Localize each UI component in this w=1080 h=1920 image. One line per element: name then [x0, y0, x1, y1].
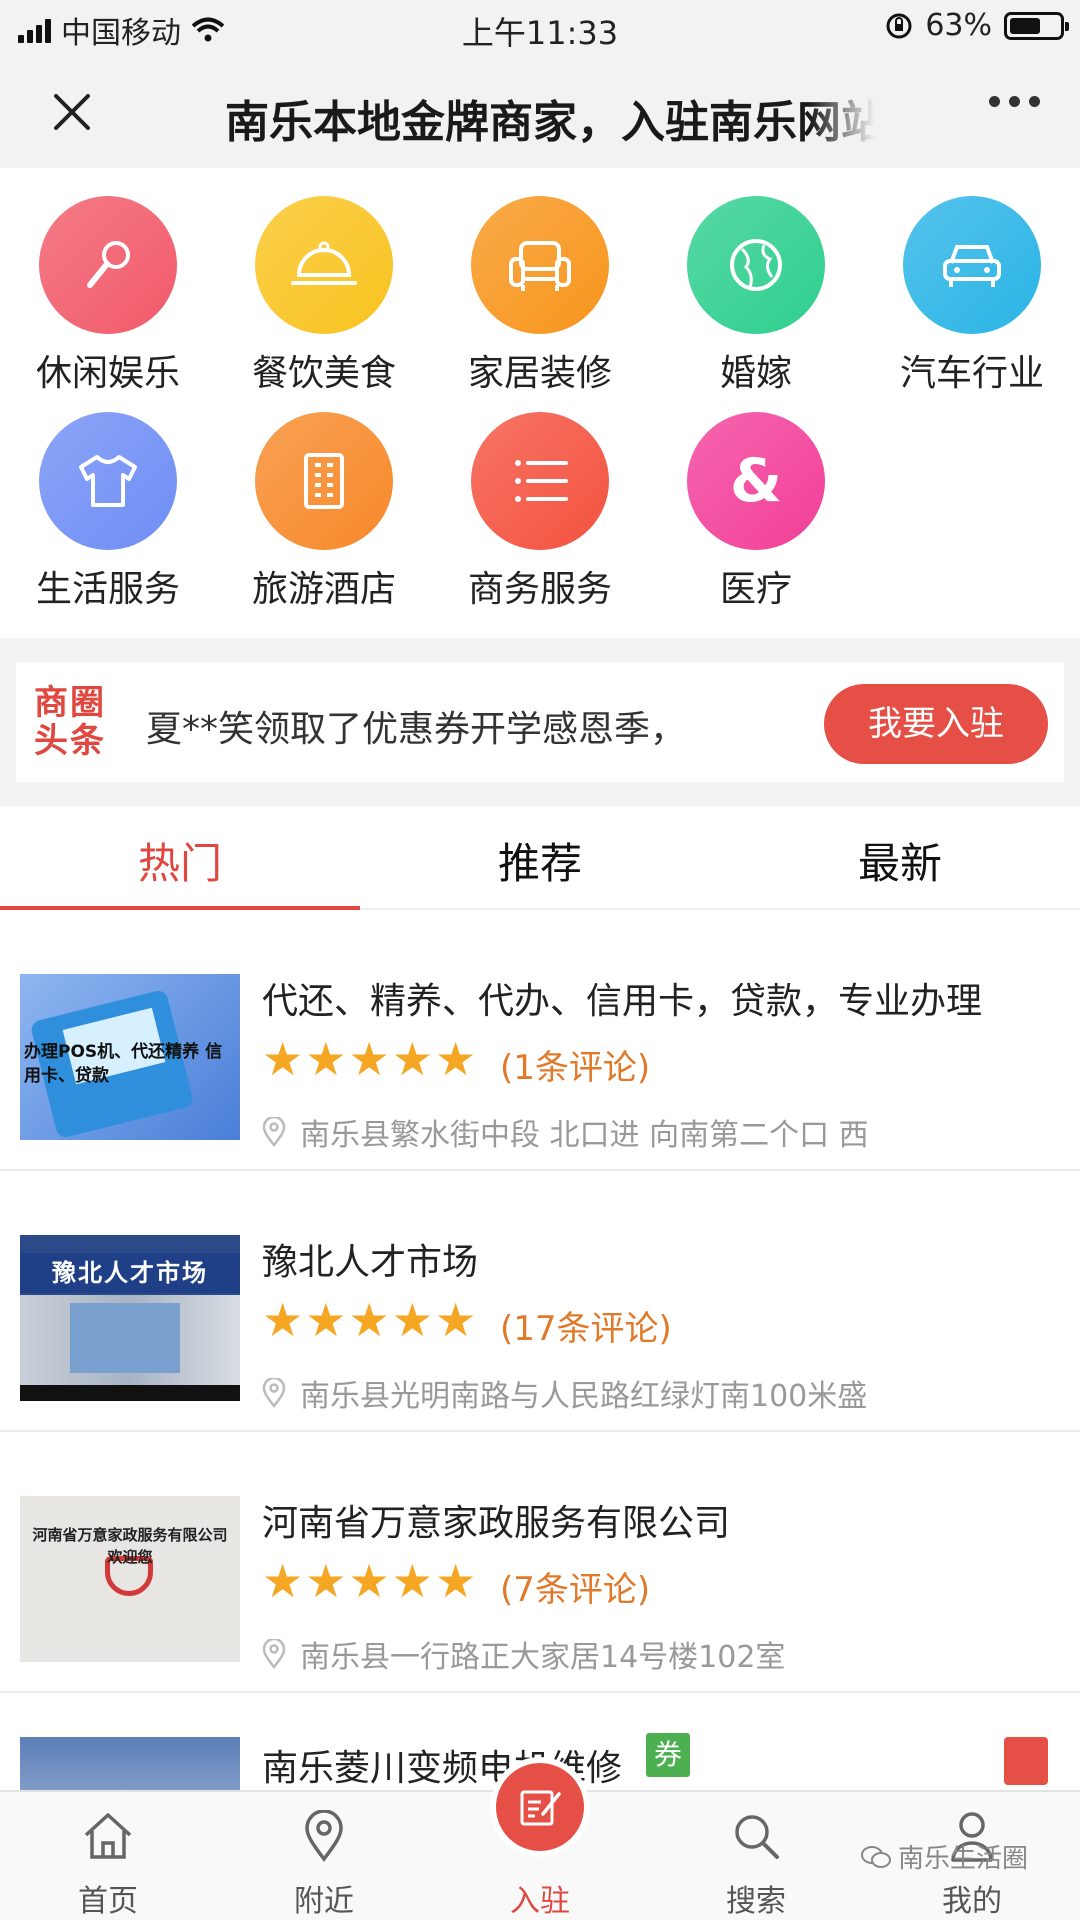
headline-banner: 商圈头条 夏**笑领取了优惠券开学感恩季， 我要入驻 — [16, 662, 1064, 782]
bottom-tab-search[interactable]: 搜索 — [666, 1808, 846, 1920]
globe-icon — [687, 196, 825, 334]
location-pin-icon — [262, 1378, 286, 1408]
ampersand-icon: & — [687, 412, 825, 550]
merchant-address: 南乐县一行路正大家居14号楼102室 — [262, 1632, 785, 1676]
merchant-title: 代还、精养、代办、信用卡，贷款，专业办理 — [262, 981, 983, 1022]
search-icon — [735, 1815, 779, 1859]
watermark-text: 南乐生活圈 — [898, 1844, 1029, 1874]
rotation-lock-icon — [886, 13, 912, 38]
category-label: 婚嫁 — [719, 353, 792, 394]
location-pin-icon — [262, 1117, 286, 1147]
battery-icon — [1004, 11, 1069, 40]
category-label: 家居装修 — [467, 353, 612, 394]
list-item[interactable]: 办理POS机、代还精养 信用卡、贷款 代还、精养、代办、信用卡，贷款，专业办理 … — [0, 910, 1080, 1171]
tab-latest[interactable]: 最新 — [720, 830, 1080, 891]
microphone-icon — [39, 196, 177, 334]
page-title: 南乐本地金牌商家，入驻南乐网站 — [225, 97, 875, 148]
list-item[interactable]: 豫北人才市场 豫北人才市场 ★ ★ ★ ★ ★ (17条评论) 南乐县光明南路与人民路红… — [0, 1171, 1080, 1432]
category-item[interactable]: 生活服务 — [18, 412, 198, 612]
address-text: 南乐县光明南路与人民路红绿灯南100米盛 — [300, 1379, 868, 1414]
merchant-thumbnail: 办理POS机、代还精养 信用卡、贷款 — [20, 974, 240, 1140]
bottom-tab-label: 首页 — [78, 1884, 138, 1919]
thumbnail-text: 河南省万意家政服务有限公司 欢迎您 — [32, 1526, 228, 1566]
status-bar: 中国移动 上午11:33 63% — [0, 0, 1080, 56]
category-label: 汽车行业 — [899, 353, 1044, 394]
more-icon[interactable] — [989, 96, 1040, 107]
battery-percent: 63% — [925, 8, 992, 43]
category-item[interactable]: 汽车行业 — [882, 196, 1062, 396]
category-item[interactable]: 餐饮美食 — [234, 196, 414, 396]
headline-text[interactable]: 夏**笑领取了优惠券开学感恩季， — [146, 700, 686, 752]
merchant-address: 南乐县繁水街中段 北口进 向南第二个口 西 — [262, 1110, 869, 1154]
watermark: 南乐生活圈 — [860, 1838, 1028, 1875]
category-item[interactable]: 旅游酒店 — [234, 412, 414, 612]
sofa-icon — [471, 196, 609, 334]
category-grid: 休闲娱乐 餐饮美食 家居装修 婚嫁 汽车行业 生活服务 旅游酒店 商务服务 & … — [0, 168, 1080, 638]
category-item[interactable]: 婚嫁 — [666, 196, 846, 396]
join-button[interactable]: 我要入驻 — [824, 684, 1048, 764]
bottom-tab-label: 入驻 — [510, 1884, 570, 1919]
join-fab-button[interactable] — [490, 1757, 590, 1857]
review-count: (17条评论) — [500, 1309, 672, 1349]
category-item[interactable]: 家居装修 — [450, 196, 630, 396]
home-icon — [84, 1813, 132, 1859]
bottom-tab-home[interactable]: 首页 — [18, 1808, 198, 1920]
category-item[interactable]: 商务服务 — [450, 412, 630, 612]
location-pin-icon — [262, 1639, 286, 1669]
review-count: (7条评论) — [500, 1570, 651, 1610]
bottom-tab-nearby[interactable]: 附近 — [234, 1808, 414, 1920]
category-item[interactable]: & 医疗 — [666, 412, 846, 612]
category-label: 休闲娱乐 — [35, 353, 180, 394]
merchant-list: 办理POS机、代还精养 信用卡、贷款 代还、精养、代办、信用卡，贷款，专业办理 … — [0, 910, 1080, 1790]
tab-recommended[interactable]: 推荐 — [360, 830, 720, 891]
category-label: 旅游酒店 — [251, 569, 396, 610]
merchant-title: 豫北人才市场 — [262, 1242, 479, 1283]
list-icon — [471, 412, 609, 550]
list-item[interactable]: 河南省万意家政服务有限公司 欢迎您 河南省万意家政服务有限公司 ★ ★ ★ ★ ★ (7… — [0, 1432, 1080, 1693]
address-text: 南乐县一行路正大家居14号楼102室 — [300, 1640, 786, 1675]
tshirt-icon — [39, 412, 177, 550]
rating-stars: ★ ★ ★ ★ ★ — [262, 1032, 477, 1086]
food-cloche-icon — [255, 196, 393, 334]
bottom-tab-label: 我的 — [942, 1884, 1002, 1919]
review-count: (1条评论) — [500, 1048, 651, 1088]
location-icon — [305, 1810, 343, 1862]
app-screen: 中国移动 上午11:33 63% 南乐本地金牌商家，入驻南乐网站 休闲娱乐 餐饮… — [0, 0, 1080, 1920]
building-icon — [255, 412, 393, 550]
address-text: 南乐县繁水街中段 北口进 向南第二个口 西 — [300, 1118, 869, 1153]
coupon-badge: 券 — [646, 1733, 690, 1777]
category-label: 餐饮美食 — [251, 353, 396, 394]
bottom-tab-label: 附近 — [294, 1884, 354, 1919]
headline-logo: 商圈头条 — [34, 683, 106, 761]
status-right: 63% — [885, 8, 1069, 43]
merchant-address: 南乐县光明南路与人民路红绿灯南100米盛 — [262, 1371, 867, 1415]
merchant-thumbnail: 河南省万意家政服务有限公司 欢迎您 — [20, 1496, 240, 1662]
merchant-thumbnail: 豫北人才市场 — [20, 1235, 240, 1401]
rating-stars: ★ ★ ★ ★ ★ — [262, 1293, 477, 1347]
car-icon — [903, 196, 1041, 334]
category-label: 生活服务 — [35, 569, 180, 610]
thumbnail-text: 办理POS机、代还精养 信用卡、贷款 — [24, 1042, 223, 1086]
tab-hot[interactable]: 热门 — [0, 830, 360, 891]
merchant-thumbnail — [20, 1737, 240, 1790]
rating-stars: ★ ★ ★ ★ ★ — [262, 1554, 477, 1608]
close-icon[interactable] — [40, 80, 104, 144]
category-label: 医疗 — [719, 569, 792, 610]
category-item[interactable]: 休闲娱乐 — [18, 196, 198, 396]
bottom-tab-label: 搜索 — [726, 1884, 786, 1919]
edit-icon — [520, 1790, 561, 1826]
merchant-title: 河南省万意家政服务有限公司 — [262, 1503, 731, 1544]
battery-fill — [1010, 17, 1041, 34]
category-label: 商务服务 — [467, 569, 612, 610]
thumbnail-text: 豫北人才市场 — [20, 1253, 240, 1293]
red-packet-icon[interactable] — [1004, 1737, 1048, 1785]
nav-bar: 南乐本地金牌商家，入驻南乐网站 — [0, 56, 1080, 168]
wechat-icon — [861, 1845, 891, 1868]
tab-bar: 热门 推荐 最新 — [0, 806, 1080, 910]
